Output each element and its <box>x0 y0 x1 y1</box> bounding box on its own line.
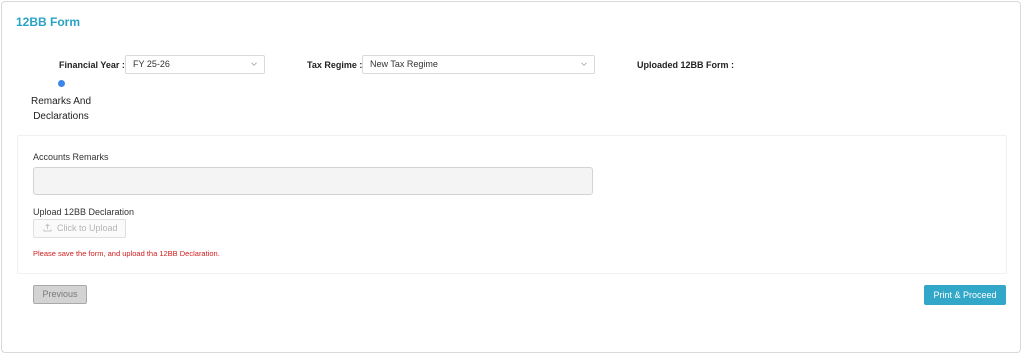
financial-year-value: FY 25-26 <box>133 59 170 69</box>
previous-button[interactable]: Previous <box>33 285 87 304</box>
financial-year-select[interactable]: FY 25-26 <box>125 55 265 74</box>
upload-12bb-label: Upload 12BB Declaration <box>33 207 135 217</box>
chevron-down-icon <box>251 62 257 66</box>
uploaded-12bb-label: Uploaded 12BB Form : <box>637 60 735 70</box>
tax-regime-select[interactable]: New Tax Regime <box>362 55 595 74</box>
chevron-down-icon <box>581 62 587 66</box>
tax-regime-value: New Tax Regime <box>370 59 438 69</box>
financial-year-label: Financial Year : <box>59 60 125 70</box>
tax-regime-label: Tax Regime : <box>307 60 363 70</box>
page-title: 12BB Form <box>16 15 81 29</box>
accounts-remarks-textarea[interactable] <box>33 167 593 195</box>
step-label-remarks[interactable]: Remarks And Declarations <box>26 94 96 124</box>
upload-button-label: Click to Upload <box>57 223 118 233</box>
upload-error-message: Please save the form, and upload tha 12B… <box>33 249 220 258</box>
step-dot-active[interactable] <box>58 80 65 87</box>
upload-icon <box>43 223 52 232</box>
accounts-remarks-label: Accounts Remarks <box>33 152 109 162</box>
print-proceed-button[interactable]: Print & Proceed <box>924 285 1006 305</box>
click-to-upload-button[interactable]: Click to Upload <box>33 219 126 238</box>
